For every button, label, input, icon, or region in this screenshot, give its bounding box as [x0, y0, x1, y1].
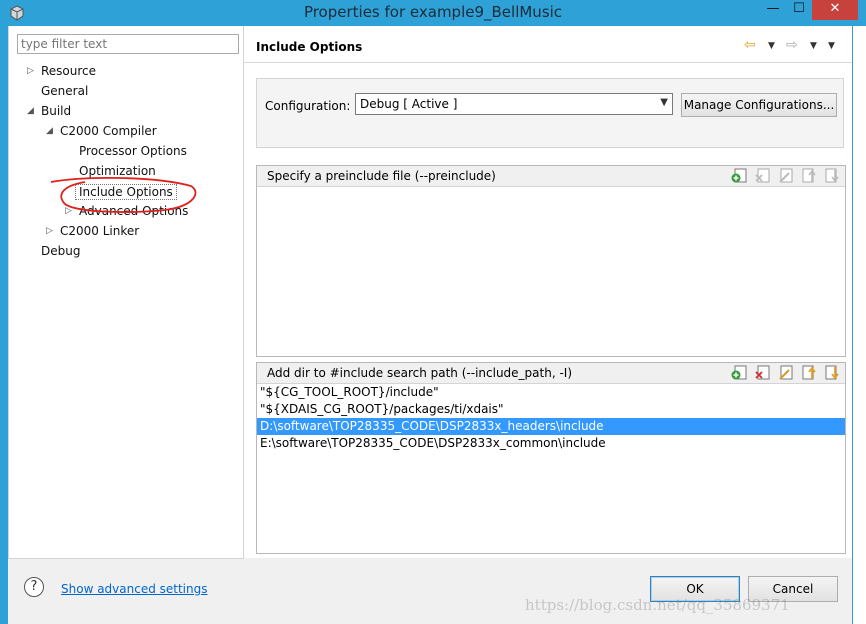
red-circle-annotation — [50, 177, 197, 213]
expanded-twisty-icon[interactable]: ◢ — [27, 106, 34, 116]
include-path-row[interactable]: E:\software\TOP28335_CODE\DSP2833x_commo… — [257, 435, 845, 452]
preinclude-list-header: Specify a preinclude file (--preinclude) — [257, 166, 845, 187]
include-path-row[interactable]: D:\software\TOP28335_CODE\DSP2833x_heade… — [257, 418, 845, 435]
configuration-group: Configuration: Debug [ Active ] ▼ Manage… — [256, 78, 844, 148]
include-path-toolbar — [730, 365, 841, 381]
configuration-label: Configuration: — [265, 99, 351, 113]
tree-item-build[interactable]: Build — [41, 104, 71, 118]
collapsed-twisty-icon[interactable]: ▷ — [27, 66, 34, 76]
edit-icon[interactable] — [776, 365, 795, 381]
tree-item-general[interactable]: General — [41, 84, 88, 98]
move-down-icon[interactable] — [822, 168, 841, 184]
add-icon[interactable] — [730, 168, 749, 184]
background-window-edge — [852, 26, 866, 624]
configuration-select[interactable]: Debug [ Active ] ▼ — [355, 93, 673, 115]
expanded-twisty-icon[interactable]: ◢ — [46, 126, 53, 136]
move-up-icon[interactable] — [799, 168, 818, 184]
include-path-row[interactable]: "${CG_TOOL_ROOT}/include" — [257, 384, 845, 401]
properties-dialog: ▷ Resource General ◢ Build ◢ C2000 Compiler Pro… — [8, 26, 852, 624]
collapsed-twisty-icon[interactable]: ▷ — [46, 226, 53, 236]
preinclude-title: Specify a preinclude file (--preinclude) — [267, 169, 496, 183]
show-advanced-settings-link[interactable]: Show advanced settings — [61, 582, 208, 596]
window-frame-left — [0, 26, 8, 624]
configuration-value: Debug [ Active ] — [360, 97, 458, 111]
move-up-icon[interactable] — [799, 365, 818, 381]
delete-icon[interactable] — [753, 168, 772, 184]
maximize-button[interactable]: ☐ — [786, 0, 812, 20]
page-header: Include Options ⇦ ▼ ⇨ ▼ ▼ — [244, 26, 852, 63]
page-title: Include Options — [256, 40, 363, 54]
move-down-icon[interactable] — [822, 365, 841, 381]
include-path-row[interactable]: "${XDAIS_CG_ROOT}/packages/ti/xdais" — [257, 401, 845, 418]
arrow-right-icon[interactable]: ⇨ — [786, 37, 798, 53]
chevron-down-icon: ▼ — [660, 97, 668, 108]
window-title: Properties for example9_BellMusic — [303, 3, 563, 21]
filter-input[interactable] — [17, 34, 239, 54]
include-path-list[interactable]: "${CG_TOOL_ROOT}/include" "${XDAIS_CG_ROO… — [257, 384, 845, 452]
include-path-title: Add dir to #include search path (--inclu… — [267, 366, 573, 380]
edit-icon[interactable] — [776, 168, 795, 184]
manage-configurations-button[interactable]: Manage Configurations... — [681, 93, 837, 117]
include-path-list-group: Add dir to #include search path (--inclu… — [256, 362, 846, 554]
tree-item-processor-options[interactable]: Processor Options — [79, 144, 187, 158]
sidebar: ▷ Resource General ◢ Build ◢ C2000 Compiler Pro… — [8, 26, 244, 559]
main-panel: Include Options ⇦ ▼ ⇨ ▼ ▼ Configuration:… — [244, 26, 852, 558]
forward-history-dropdown[interactable]: ▼ — [810, 41, 817, 51]
include-path-list-header: Add dir to #include search path (--inclu… — [257, 363, 845, 384]
tree-item-c2000-linker[interactable]: C2000 Linker — [60, 224, 139, 238]
help-icon[interactable]: ? — [24, 577, 44, 597]
back-history-dropdown[interactable]: ▼ — [768, 41, 775, 51]
add-icon[interactable] — [730, 365, 749, 381]
delete-icon[interactable] — [753, 365, 772, 381]
view-menu-icon[interactable]: ▼ — [828, 41, 835, 51]
tree-item-debug[interactable]: Debug — [41, 244, 80, 258]
arrow-left-icon[interactable]: ⇦ — [744, 37, 756, 53]
preinclude-toolbar — [730, 168, 841, 184]
tree-item-c2000-compiler[interactable]: C2000 Compiler — [60, 124, 157, 138]
title-bar[interactable]: Properties for example9_BellMusic — ☐ ✕ — [0, 0, 866, 26]
close-button[interactable]: ✕ — [812, 0, 858, 20]
preinclude-list-group: Specify a preinclude file (--preinclude) — [256, 165, 846, 357]
minimize-button[interactable]: — — [760, 0, 786, 20]
tree-item-resource[interactable]: Resource — [41, 64, 96, 78]
watermark: https://blog.csdn.net/qq_35869371 — [525, 596, 790, 614]
